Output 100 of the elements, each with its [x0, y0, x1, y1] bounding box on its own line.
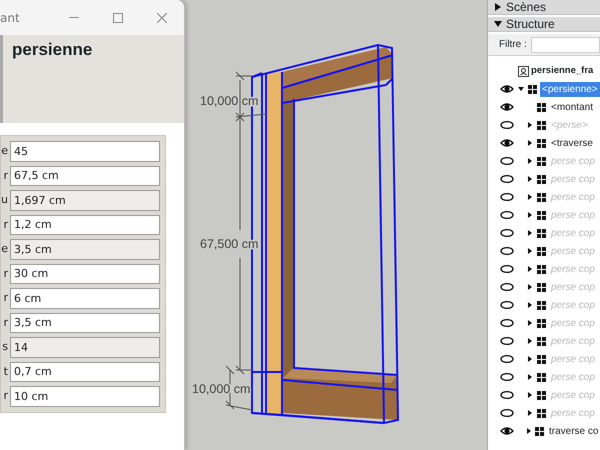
maximize-icon[interactable]: [113, 12, 123, 22]
tree-item-label[interactable]: <perse>: [549, 118, 590, 132]
tree-item-label[interactable]: <traverse: [549, 136, 595, 150]
filter-label: Filtre :: [499, 38, 527, 52]
caret-icon[interactable]: [527, 212, 533, 218]
group-icon: [537, 282, 546, 292]
visibility-icon[interactable]: [500, 246, 514, 256]
tree-item-label[interactable]: perse cop: [549, 406, 597, 420]
group-icon: [537, 390, 546, 400]
group-icon: [537, 408, 546, 418]
tree-item-label[interactable]: <montant: [549, 100, 595, 114]
caret-icon[interactable]: [527, 194, 533, 200]
caret-icon[interactable]: [527, 140, 533, 146]
group-icon: [537, 120, 546, 130]
caret-icon[interactable]: [527, 230, 533, 236]
group-icon: [537, 264, 546, 274]
tree-item-label[interactable]: perse cop: [549, 280, 597, 294]
input-field[interactable]: 1,697 cm: [10, 190, 160, 210]
visibility-icon[interactable]: [500, 282, 514, 292]
group-icon: [537, 318, 546, 328]
minimize-icon[interactable]: [69, 16, 79, 18]
caret-icon[interactable]: [494, 20, 502, 28]
visibility-icon[interactable]: [500, 102, 514, 112]
tree-item-label[interactable]: perse cop: [549, 244, 597, 258]
visibility-icon[interactable]: [500, 120, 514, 130]
visibility-icon[interactable]: [500, 372, 514, 382]
input-field[interactable]: 1,2 cm: [10, 214, 160, 235]
group-icon: [537, 228, 546, 238]
input-field[interactable]: 6 cm: [10, 288, 160, 308]
field-label: s: [1, 339, 9, 355]
visibility-icon[interactable]: [500, 264, 514, 274]
caret-icon[interactable]: [527, 176, 533, 182]
caret-icon[interactable]: [527, 122, 533, 128]
visibility-icon[interactable]: [500, 426, 514, 436]
caret-icon[interactable]: [527, 266, 533, 272]
caret-icon[interactable]: [494, 3, 502, 11]
visibility-icon[interactable]: [500, 390, 514, 400]
tree-item-label[interactable]: perse cop: [549, 190, 597, 204]
group-icon: [537, 372, 546, 382]
group-icon: [537, 174, 546, 184]
filter-field[interactable]: [530, 36, 600, 52]
tree-item-label[interactable]: perse cop: [549, 262, 597, 276]
input-field[interactable]: 67,5 cm: [10, 166, 160, 186]
visibility-icon[interactable]: [500, 408, 514, 418]
tree-item-label[interactable]: perse cop: [549, 352, 597, 366]
input-field[interactable]: 10 cm: [10, 386, 160, 406]
visibility-icon[interactable]: [500, 156, 514, 166]
visibility-icon[interactable]: [500, 192, 514, 202]
tree-item-label[interactable]: perse cop: [549, 208, 597, 222]
visibility-icon[interactable]: [500, 210, 514, 220]
section-header[interactable]: Scènes: [488, 0, 600, 15]
input-field[interactable]: 45: [10, 141, 160, 162]
input-field[interactable]: 3,5 cm: [10, 312, 160, 333]
tree-item-label[interactable]: perse cop: [549, 316, 597, 330]
group-icon: [537, 102, 546, 112]
caret-icon[interactable]: [527, 320, 533, 326]
group-icon: [528, 84, 537, 94]
tree-item-label[interactable]: perse cop: [549, 154, 597, 168]
visibility-icon[interactable]: [500, 228, 514, 238]
visibility-icon[interactable]: [500, 138, 514, 148]
tree-item-label[interactable]: perse cop: [549, 298, 597, 312]
tree-item-label[interactable]: perse cop: [549, 226, 597, 240]
tree-item-label[interactable]: <persienne>: [540, 82, 600, 96]
caret-icon[interactable]: [527, 302, 533, 308]
visibility-icon[interactable]: [500, 174, 514, 184]
caret-icon[interactable]: [527, 158, 533, 164]
tree-item-label: persienne_fra: [530, 64, 594, 78]
caret-icon[interactable]: [527, 410, 533, 416]
caret-icon[interactable]: [518, 86, 524, 92]
input-field[interactable]: 0,7 cm: [10, 362, 160, 382]
input-field[interactable]: 30 cm: [10, 264, 160, 284]
scene-icon[interactable]: [518, 66, 529, 76]
caret-icon[interactable]: [527, 338, 533, 344]
group-icon: [537, 138, 546, 148]
close-icon[interactable]: [157, 12, 167, 22]
group-icon: [537, 336, 546, 346]
section-header[interactable]: Structure: [488, 17, 600, 32]
visibility-icon[interactable]: [500, 354, 514, 364]
caret-icon[interactable]: [526, 428, 532, 434]
caret-icon[interactable]: [527, 248, 533, 254]
visibility-icon[interactable]: [500, 300, 514, 310]
field-label: r: [2, 290, 9, 306]
visibility-icon[interactable]: [500, 336, 514, 346]
tree-item-label[interactable]: perse cop: [549, 172, 597, 186]
visibility-icon[interactable]: [500, 84, 514, 94]
caret-icon[interactable]: [527, 284, 533, 290]
caret-icon[interactable]: [527, 374, 533, 380]
tree-item-label[interactable]: perse cop: [549, 388, 597, 402]
caret-icon[interactable]: [527, 392, 533, 398]
group-icon: [537, 156, 546, 166]
group-icon: [535, 426, 544, 436]
field-label: t: [2, 364, 9, 380]
visibility-icon[interactable]: [500, 318, 514, 328]
tree-item-label[interactable]: perse cop: [549, 370, 597, 384]
tree-item-label[interactable]: traverse co: [547, 424, 600, 438]
caret-icon[interactable]: [527, 356, 533, 362]
field-label: r: [2, 168, 9, 184]
input-field[interactable]: 3,5 cm: [10, 239, 160, 260]
input-field[interactable]: 14: [10, 337, 160, 358]
tree-item-label[interactable]: perse cop: [549, 334, 597, 348]
